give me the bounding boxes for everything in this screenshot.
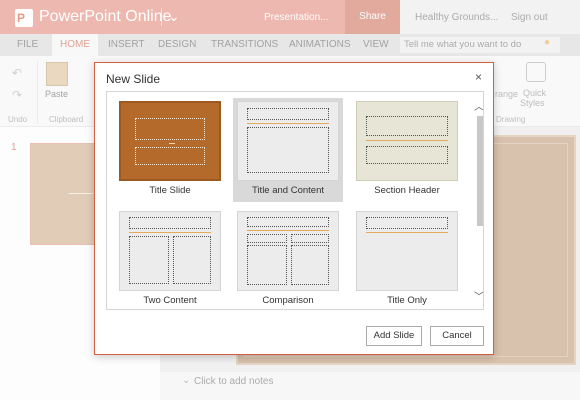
placeholder-box: [366, 116, 448, 136]
placeholder-box: [247, 217, 329, 227]
accent-line: [366, 140, 448, 141]
close-icon[interactable]: ×: [475, 70, 482, 84]
new-slide-dialog: New Slide × Title Slide Title and Conten…: [94, 62, 494, 355]
layout-preview: [119, 211, 221, 291]
layout-label: Comparison: [262, 295, 314, 306]
add-slide-button[interactable]: Add Slide: [366, 326, 422, 346]
layout-preview: [237, 211, 339, 291]
placeholder-box: [135, 118, 205, 140]
layout-label: Title and Content: [252, 185, 324, 196]
layout-list[interactable]: Title Slide Title and Content Section He…: [106, 91, 484, 310]
layout-preview: [356, 101, 458, 181]
scroll-down-icon[interactable]: ﹀: [474, 288, 483, 303]
placeholder-box: [129, 217, 211, 229]
placeholder-box: [291, 234, 329, 243]
placeholder-box: [366, 217, 448, 229]
accent-line: [247, 123, 329, 124]
placeholder-box: [247, 108, 329, 120]
placeholder-box: [366, 146, 448, 164]
layout-title-only[interactable]: Title Only: [352, 208, 462, 309]
accent-line: [169, 143, 175, 144]
layout-title-and-content[interactable]: Title and Content: [233, 98, 343, 202]
accent-line: [366, 232, 448, 233]
layout-label: Section Header: [374, 185, 440, 196]
layout-label: Title Only: [387, 295, 427, 306]
layout-label: Title Slide: [149, 185, 191, 196]
layout-title-slide[interactable]: Title Slide: [115, 98, 225, 202]
layout-preview: [356, 211, 458, 291]
placeholder-box: [247, 234, 287, 243]
layout-comparison[interactable]: Comparison: [233, 208, 343, 309]
layout-two-content[interactable]: Two Content: [115, 208, 225, 309]
placeholder-box: [135, 147, 205, 165]
placeholder-box: [247, 245, 287, 285]
accent-line: [247, 230, 329, 231]
cancel-button[interactable]: Cancel: [430, 326, 484, 346]
placeholder-box: [173, 236, 211, 284]
layout-label: Two Content: [143, 295, 197, 306]
scroll-up-icon[interactable]: ︿: [474, 98, 483, 113]
layout-section-header[interactable]: Section Header: [352, 98, 462, 202]
accent-line: [129, 232, 211, 233]
dialog-title: New Slide: [106, 72, 161, 86]
scrollbar-thumb[interactable]: [477, 116, 483, 226]
placeholder-box: [247, 127, 329, 173]
layout-preview: [119, 101, 221, 181]
layout-preview: [237, 101, 339, 181]
placeholder-box: [291, 245, 329, 285]
placeholder-box: [129, 236, 169, 284]
